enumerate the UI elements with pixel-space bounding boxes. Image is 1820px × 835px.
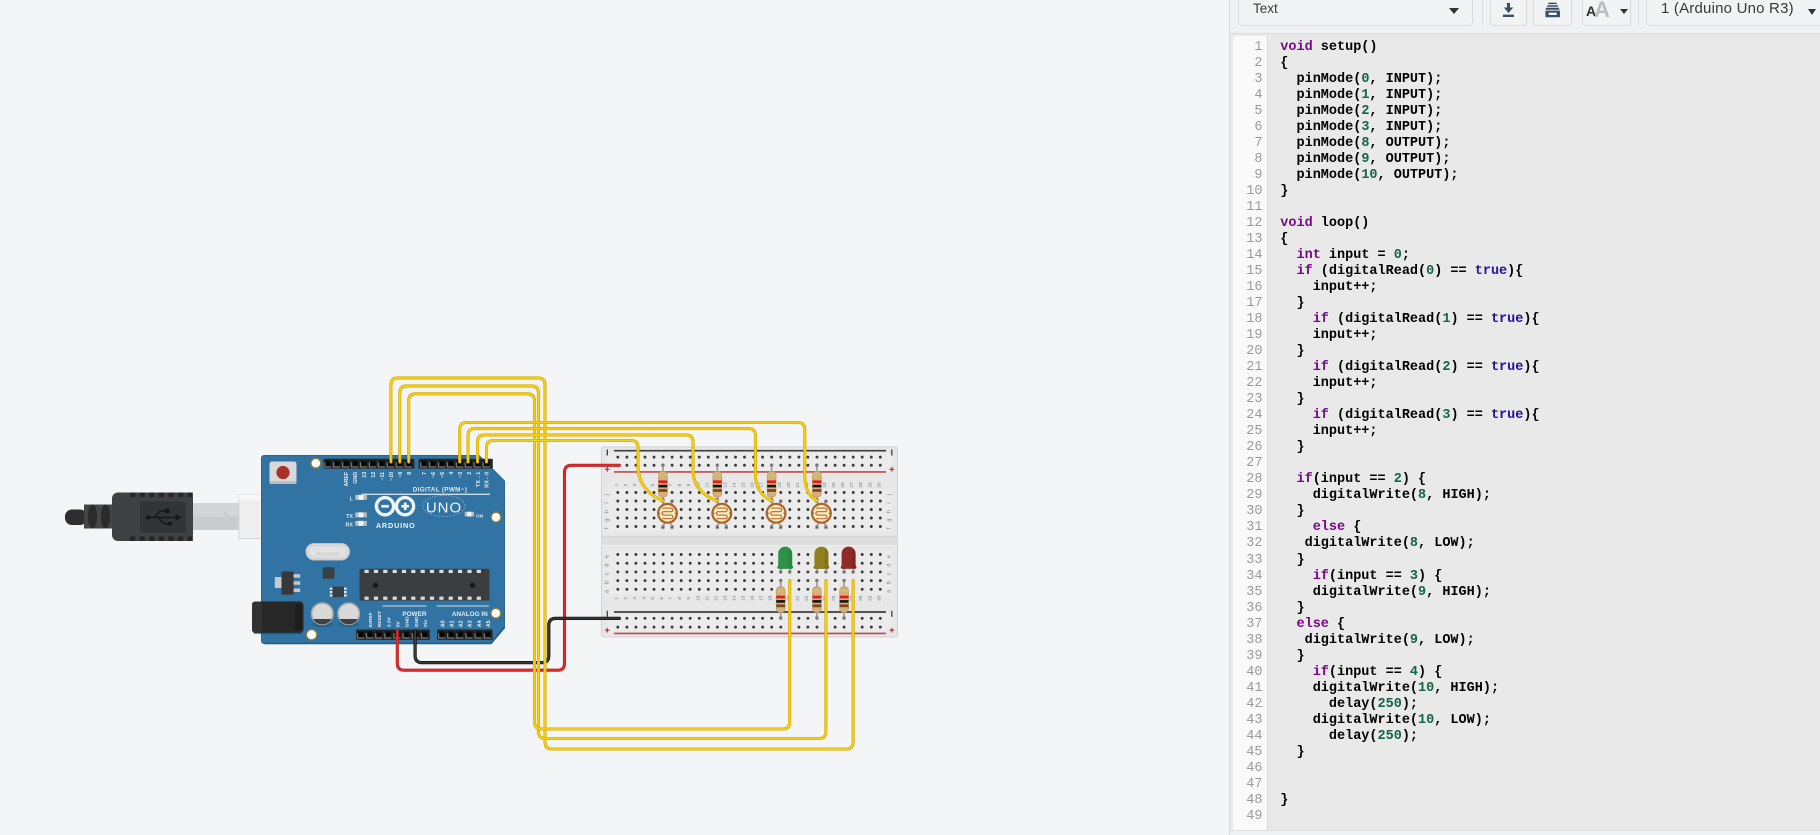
svg-text:e: e [887, 555, 893, 558]
svg-text:8: 8 [677, 483, 683, 486]
svg-text:5: 5 [650, 483, 656, 486]
svg-text:14: 14 [732, 595, 738, 601]
svg-text:4: 4 [449, 472, 455, 475]
svg-text:b: b [605, 581, 611, 584]
svg-text:6: 6 [659, 597, 665, 600]
svg-text:d: d [887, 564, 893, 567]
svg-text:24: 24 [822, 482, 828, 488]
svg-text:2: 2 [623, 597, 629, 600]
svg-text:5: 5 [650, 597, 656, 600]
svg-text:3.3V: 3.3V [386, 617, 392, 628]
svg-text:21: 21 [795, 595, 801, 601]
svg-text:c: c [605, 572, 611, 575]
svg-text:29: 29 [867, 482, 873, 488]
svg-text:DIGITAL (PWM~): DIGITAL (PWM~) [413, 487, 468, 494]
svg-text:7: 7 [668, 597, 674, 600]
svg-text:~9: ~9 [398, 472, 404, 478]
svg-text:e: e [605, 555, 611, 558]
svg-text:27: 27 [849, 482, 855, 488]
svg-text:POWER: POWER [402, 611, 427, 618]
svg-text:TX: TX [346, 514, 353, 520]
svg-text:30: 30 [876, 595, 882, 601]
svg-text:RX←0: RX←0 [485, 472, 491, 488]
svg-text:i: i [887, 502, 893, 503]
svg-text:29: 29 [867, 595, 873, 601]
svg-text:A4: A4 [477, 620, 483, 627]
svg-text:12: 12 [371, 472, 377, 478]
svg-text:7: 7 [668, 483, 674, 486]
svg-text:~6: ~6 [431, 472, 437, 478]
svg-text:20: 20 [786, 482, 792, 488]
svg-text:12: 12 [713, 595, 719, 601]
svg-text:A3: A3 [468, 620, 474, 627]
svg-text:TX→1: TX→1 [476, 472, 482, 487]
svg-text:Vin: Vin [423, 620, 429, 628]
svg-text:25: 25 [831, 482, 837, 488]
svg-text:3: 3 [632, 597, 638, 600]
svg-text:RX: RX [346, 522, 354, 528]
svg-text:1: 1 [614, 597, 620, 600]
svg-text:7: 7 [422, 472, 428, 475]
svg-text:b: b [887, 581, 893, 584]
svg-text:10: 10 [695, 595, 701, 601]
svg-text:~5: ~5 [440, 472, 446, 478]
svg-text:~3: ~3 [458, 472, 464, 478]
svg-text:A0: A0 [440, 620, 446, 627]
svg-text:A1: A1 [449, 620, 455, 627]
svg-text:d: d [605, 564, 611, 567]
svg-text:c: c [887, 572, 893, 575]
svg-text:A5: A5 [486, 620, 492, 627]
svg-text:16: 16 [750, 595, 756, 601]
svg-text:5V: 5V [396, 621, 402, 628]
svg-text:17: 17 [759, 595, 765, 601]
svg-text:30: 30 [876, 482, 882, 488]
svg-text:A2: A2 [459, 620, 465, 627]
svg-text:~11: ~11 [380, 472, 386, 481]
svg-text:15: 15 [741, 595, 747, 601]
svg-text:2: 2 [467, 472, 473, 475]
svg-text:22: 22 [804, 595, 810, 601]
svg-text:i: i [605, 502, 611, 503]
svg-text:11: 11 [704, 595, 710, 600]
svg-text:GND: GND [353, 472, 359, 484]
svg-text:19: 19 [777, 482, 783, 488]
svg-text:26: 26 [840, 482, 846, 488]
svg-text:13: 13 [722, 482, 728, 488]
svg-text:15: 15 [741, 482, 747, 488]
svg-text:17: 17 [759, 482, 765, 488]
svg-text:11: 11 [704, 482, 710, 487]
svg-text:j: j [887, 494, 893, 496]
svg-text:SN16.000G: SN16.000G [316, 552, 340, 557]
svg-text:21: 21 [795, 482, 801, 488]
svg-text:8: 8 [677, 597, 683, 600]
svg-text:25: 25 [831, 595, 837, 601]
svg-text:UNO: UNO [426, 499, 462, 516]
svg-text:2: 2 [623, 483, 629, 486]
svg-text:AREF: AREF [344, 471, 350, 486]
svg-text:~10: ~10 [389, 472, 395, 481]
svg-text:28: 28 [858, 482, 864, 488]
svg-text:9: 9 [686, 483, 692, 486]
svg-text:14: 14 [732, 482, 738, 488]
svg-text:18: 18 [768, 595, 774, 601]
svg-text:16: 16 [750, 482, 756, 488]
svg-text:13: 13 [722, 595, 728, 601]
svg-text:g: g [605, 518, 611, 521]
svg-text:ON: ON [476, 513, 484, 519]
svg-text:9: 9 [686, 597, 692, 600]
svg-text:13: 13 [362, 472, 368, 478]
svg-text:g: g [887, 518, 893, 521]
svg-text:j: j [605, 494, 611, 496]
svg-text:h: h [887, 510, 893, 513]
svg-text:RESET: RESET [377, 611, 383, 627]
svg-text:8: 8 [407, 472, 413, 475]
svg-text:4: 4 [641, 597, 647, 600]
svg-text:ANALOG IN: ANALOG IN [452, 611, 488, 618]
svg-text:ARDUINO: ARDUINO [376, 521, 416, 530]
svg-text:1: 1 [614, 483, 620, 486]
svg-text:3: 3 [632, 483, 638, 486]
svg-text:28: 28 [858, 595, 864, 601]
svg-text:IOREF: IOREF [368, 612, 374, 627]
svg-text:h: h [605, 510, 611, 513]
